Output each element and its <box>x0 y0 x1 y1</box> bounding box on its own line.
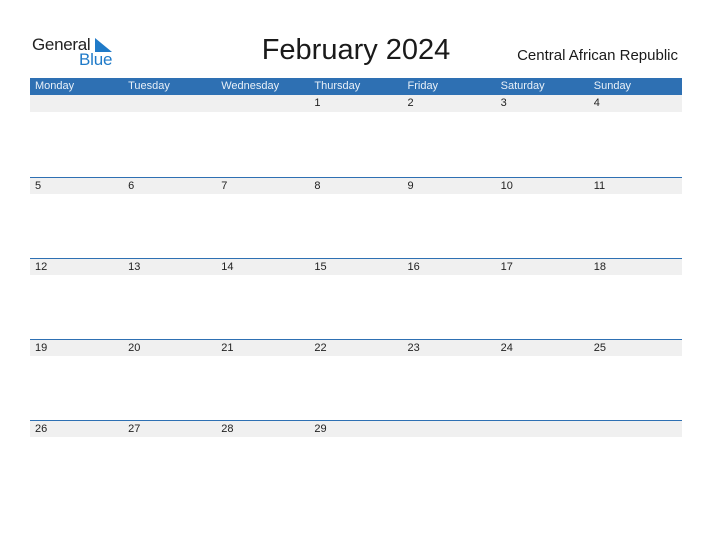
day-cell: 9 <box>407 180 414 192</box>
day-cell: 25 <box>593 342 606 354</box>
day-cell: 3 <box>500 97 507 109</box>
day-cell: 21 <box>221 342 234 354</box>
weekday-monday: Monday <box>35 80 75 92</box>
calendar-grid: Monday Tuesday Wednesday Thursday Friday… <box>30 78 682 501</box>
day-cell: 28 <box>221 423 234 435</box>
week-row: 1 2 3 4 <box>30 95 682 177</box>
day-cell: 19 <box>35 342 48 354</box>
weekday-friday: Friday <box>407 80 439 92</box>
day-cell <box>589 421 682 437</box>
day-cell: 11 <box>593 180 606 192</box>
day-cell: 27 <box>128 423 141 435</box>
day-cell: 15 <box>314 261 327 273</box>
week-row: 5 6 7 8 9 10 11 <box>30 177 682 258</box>
day-cell <box>30 95 123 112</box>
day-cell: 14 <box>221 261 234 273</box>
weekday-tuesday: Tuesday <box>128 80 170 92</box>
date-band: 19 20 21 22 23 24 25 <box>30 340 682 356</box>
day-cell: 2 <box>407 97 414 109</box>
date-band: 26 27 28 29 <box>30 421 682 437</box>
day-cell <box>403 421 496 437</box>
weekday-header: Monday Tuesday Wednesday Thursday Friday… <box>30 78 682 95</box>
day-cell: 24 <box>500 342 513 354</box>
day-cell <box>123 95 216 112</box>
week-row: 19 20 21 22 23 24 25 <box>30 339 682 420</box>
weekday-sunday: Sunday <box>593 80 632 92</box>
day-cell: 18 <box>593 261 606 273</box>
day-cell: 16 <box>407 261 420 273</box>
day-cell: 26 <box>35 423 48 435</box>
day-cell: 22 <box>314 342 327 354</box>
weeks-container: 1 2 3 4 5 6 7 8 9 10 11 12 13 14 15 16 17 18 19 20 21 22 23 24 2… <box>30 95 682 501</box>
day-cell: 13 <box>128 261 141 273</box>
day-cell <box>216 95 309 112</box>
day-cell: 6 <box>128 180 135 192</box>
day-cell: 7 <box>221 180 228 192</box>
day-cell: 29 <box>314 423 327 435</box>
date-band: 1 2 3 4 <box>30 95 682 112</box>
weekday-wednesday: Wednesday <box>221 80 280 92</box>
day-cell: 10 <box>500 180 513 192</box>
day-cell: 20 <box>128 342 141 354</box>
day-cell: 4 <box>593 97 600 109</box>
day-cell: 12 <box>35 261 48 273</box>
weekday-saturday: Saturday <box>500 80 545 92</box>
day-cell: 17 <box>500 261 513 273</box>
week-row: 26 27 28 29 <box>30 420 682 501</box>
day-cell: 1 <box>314 97 321 109</box>
day-cell: 8 <box>314 180 321 192</box>
day-cell: 5 <box>35 180 42 192</box>
weekday-thursday: Thursday <box>314 80 361 92</box>
date-band: 5 6 7 8 9 10 11 <box>30 178 682 194</box>
country-name: Central African Republic <box>517 47 678 64</box>
week-row: 12 13 14 15 16 17 18 <box>30 258 682 339</box>
day-cell <box>496 421 589 437</box>
day-cell: 23 <box>407 342 420 354</box>
date-band: 12 13 14 15 16 17 18 <box>30 259 682 275</box>
